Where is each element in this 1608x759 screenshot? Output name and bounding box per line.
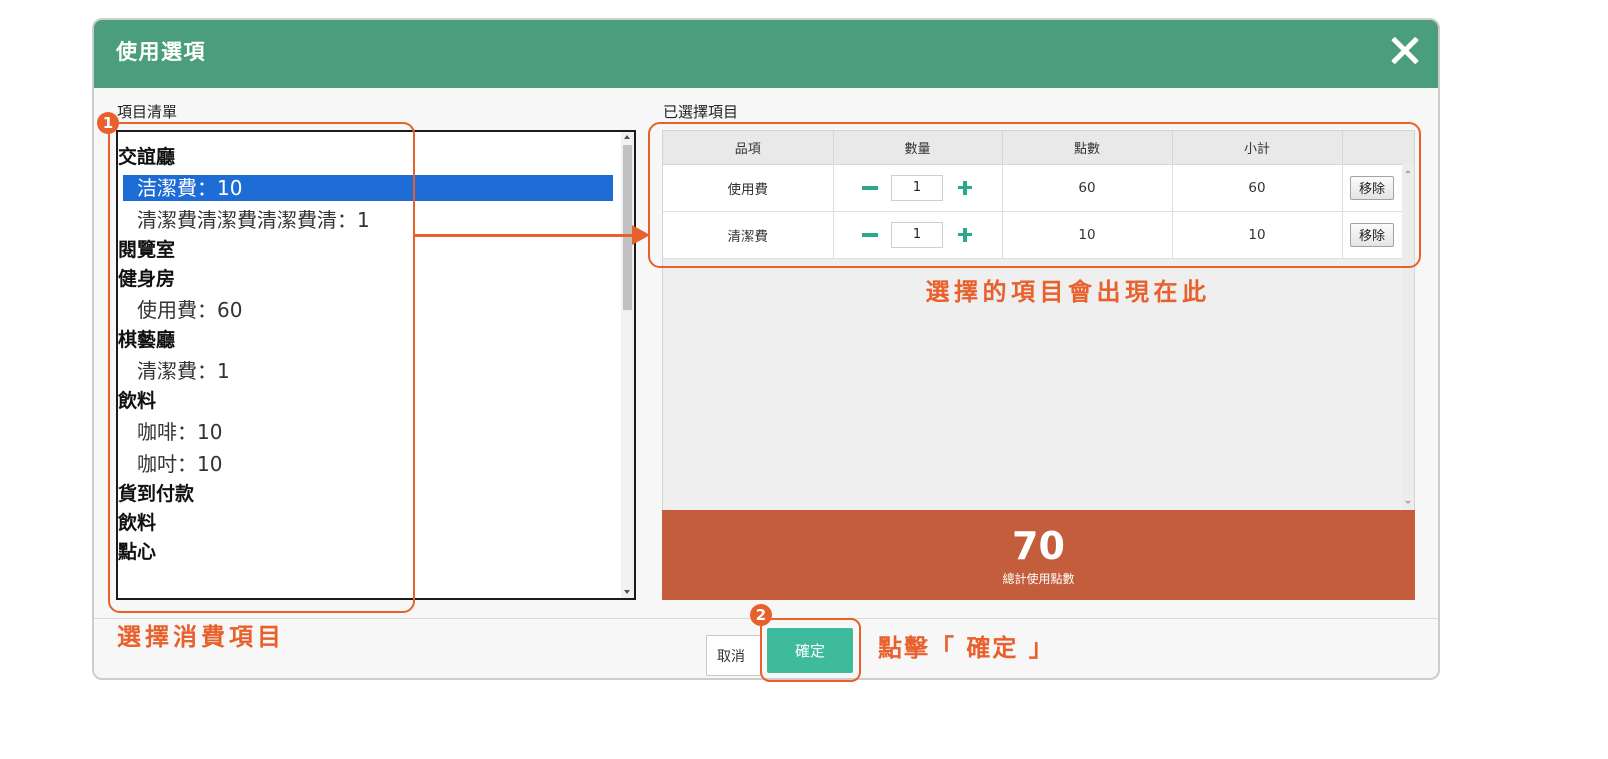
decrease-button[interactable]: [860, 225, 880, 245]
list-option[interactable]: 咖吋：10: [118, 448, 621, 480]
list-option[interactable]: 咖啡：10: [118, 416, 621, 448]
item-listbox[interactable]: 交誼廳 洁潔費：10 清潔費清潔費清潔費清：1 閱覽室 健身房 使用費：60 棋…: [116, 130, 636, 600]
list-option-label: 清潔費清潔費清潔費清：1: [137, 208, 370, 232]
action-cell: 移除: [1342, 211, 1403, 259]
list-option[interactable]: 清潔費：1: [118, 355, 621, 387]
cancel-button[interactable]: 取消: [706, 635, 762, 676]
quantity-cell: [833, 211, 1003, 259]
footer-divider: [94, 618, 1438, 619]
column-header-item: 品項: [663, 131, 834, 165]
dialog-header: 使用選項: [94, 20, 1438, 88]
scroll-up-arrow-icon[interactable]: [1405, 170, 1411, 173]
table-scrollbar[interactable]: [1402, 164, 1414, 510]
increase-button[interactable]: [955, 225, 975, 245]
table-row: 清潔費 10 10 移除: [663, 211, 1403, 259]
selected-items-panel: 品項 數量 點數 小計 使用費 60: [662, 130, 1415, 600]
item-list-label: 項目清單: [117, 103, 178, 121]
column-header-action: [1342, 131, 1403, 165]
optgroup-label: 飲料: [118, 390, 157, 412]
subtotal-cell: 60: [1172, 164, 1343, 212]
dialog-title: 使用選項: [116, 40, 206, 64]
quantity-input[interactable]: [891, 174, 943, 201]
scroll-down-arrow-icon[interactable]: [624, 590, 630, 594]
column-header-quantity: 數量: [833, 131, 1003, 165]
subtotal-cell: 10: [1172, 211, 1343, 259]
optgroup-label: 貨到付款: [118, 483, 195, 505]
optgroup-label: 飲料: [118, 512, 157, 534]
table-header-row: 品項 數量 點數 小計: [663, 131, 1403, 165]
minus-icon: [862, 186, 878, 190]
scroll-up-arrow-icon[interactable]: [624, 135, 630, 139]
listbox-scrollbar[interactable]: [621, 132, 634, 598]
close-button[interactable]: [1391, 36, 1419, 64]
scroll-down-arrow-icon[interactable]: [1405, 501, 1411, 504]
optgroup-label: 點心: [118, 541, 157, 563]
list-option-label: 咖吋：10: [137, 452, 223, 476]
quantity-input[interactable]: [891, 221, 943, 248]
table-scrollbar-corner: [1402, 131, 1414, 164]
list-option[interactable]: 洁潔費：10: [118, 172, 621, 204]
optgroup-label: 閱覽室: [118, 239, 176, 261]
column-header-points: 點數: [1002, 131, 1173, 165]
item-name-cell: 使用費: [663, 164, 834, 212]
list-option[interactable]: 清潔費清潔費清潔費清：1: [118, 204, 621, 236]
listbox-options: 交誼廳 洁潔費：10 清潔費清潔費清潔費清：1 閱覽室 健身房 使用費：60 棋…: [118, 132, 621, 567]
quantity-stepper: [834, 221, 1002, 248]
remove-button[interactable]: 移除: [1350, 222, 1394, 247]
minus-icon: [862, 233, 878, 237]
quantity-stepper: [834, 174, 1002, 201]
plus-icon: [955, 178, 975, 198]
list-option-label: 洁潔費：10: [123, 175, 613, 201]
points-cell: 60: [1002, 164, 1173, 212]
list-option-label: 使用費：60: [137, 298, 243, 322]
close-icon: [1391, 36, 1419, 64]
plus-icon: [955, 225, 975, 245]
list-option-label: 咖啡：10: [137, 420, 223, 444]
total-points-label: 總計使用點數: [1002, 572, 1075, 586]
column-header-subtotal: 小計: [1172, 131, 1343, 165]
points-cell: 10: [1002, 211, 1173, 259]
list-option[interactable]: 使用費：60: [118, 294, 621, 326]
confirm-button[interactable]: 確定: [767, 628, 853, 673]
total-points-panel: 70 總計使用點數: [662, 510, 1415, 600]
selected-items-table: 品項 數量 點數 小計 使用費 60: [663, 131, 1403, 259]
selected-items-label: 已選擇項目: [663, 103, 739, 121]
optgroup-label: 棋藝廳: [118, 329, 176, 351]
page: 使用選項 項目清單 交誼廳 洁潔費：10 清潔費清潔費清潔費清：1 閱覽室 健身…: [0, 0, 1608, 759]
remove-button[interactable]: 移除: [1350, 175, 1394, 200]
increase-button[interactable]: [955, 178, 975, 198]
scroll-thumb[interactable]: [623, 145, 632, 310]
optgroup-label: 健身房: [118, 268, 176, 290]
decrease-button[interactable]: [860, 178, 880, 198]
total-points-value: 70: [1012, 524, 1065, 568]
item-name-cell: 清潔費: [663, 211, 834, 259]
options-dialog: 使用選項 項目清單 交誼廳 洁潔費：10 清潔費清潔費清潔費清：1 閱覽室 健身…: [92, 18, 1440, 680]
quantity-cell: [833, 164, 1003, 212]
list-option-label: 清潔費：1: [137, 359, 230, 383]
action-cell: 移除: [1342, 164, 1403, 212]
optgroup-label: 交誼廳: [118, 146, 176, 168]
table-row: 使用費 60 60 移除: [663, 164, 1403, 212]
